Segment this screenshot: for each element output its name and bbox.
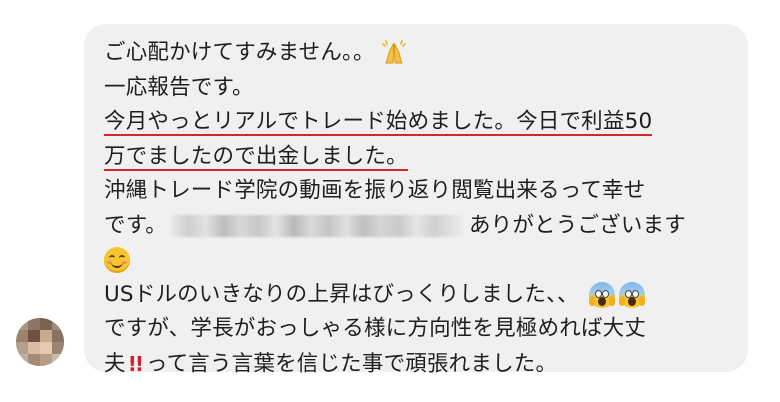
underlined-message-text: 万でましたので出金しました。 bbox=[104, 143, 408, 171]
message-line: USドルのいきなりの上昇はびっくりしました、、 bbox=[104, 278, 736, 313]
message-text: USドルのいきなりの上昇はびっくりしました、、 bbox=[104, 281, 579, 307]
message-text: 沖縄トレード学院の動画を振り返り閲覧出来るって幸せ bbox=[104, 178, 646, 203]
message-bubble[interactable]: ご心配かけてすみません。。 一応報告です。 今月やっとリアルでトレード始めました… bbox=[84, 24, 748, 376]
message-line: です。 ありがとうございます bbox=[104, 209, 736, 244]
message-text: ですが、学長がおっしゃる様に方向性を見極めれば大丈 bbox=[104, 316, 647, 341]
redacted-blur bbox=[170, 214, 463, 237]
message-line: ですが、学長がおっしゃる様に方向性を見極めれば大丈 bbox=[104, 312, 736, 347]
message-text: 夫 bbox=[104, 350, 126, 376]
double-exclamation-icon: !! bbox=[127, 351, 144, 376]
message-text: って言う言葉を信じた事で頑張れました。 bbox=[145, 350, 558, 376]
message-line: ご心配かけてすみません。。 bbox=[104, 36, 736, 71]
smiling-face-icon bbox=[104, 247, 130, 273]
chat-canvas: ご心配かけてすみません。。 一応報告です。 今月やっとリアルでトレード始めました… bbox=[0, 0, 780, 402]
message-line bbox=[104, 243, 736, 278]
underlined-message-text: 今月やっとリアルでトレード始めました。今日で利益50 bbox=[104, 109, 653, 136]
message-line: 今月やっとリアルでトレード始めました。今日で利益50 bbox=[104, 105, 736, 140]
message-line: 夫!! って言う言葉を信じた事で頑張れました。 bbox=[104, 347, 736, 382]
message-text: 一応報告です。 bbox=[104, 74, 254, 100]
face-screaming-in-fear-icon bbox=[618, 281, 645, 308]
message-text: ご心配かけてすみません。。 bbox=[104, 40, 375, 65]
avatar[interactable] bbox=[16, 318, 64, 366]
face-screaming-in-fear-icon bbox=[588, 281, 615, 308]
message-line: 万でましたので出金しました。 bbox=[104, 140, 736, 175]
message-text: です。 bbox=[104, 212, 167, 238]
folded-hands-icon bbox=[381, 40, 407, 66]
message-line: 沖縄トレード学院の動画を振り返り閲覧出来るって幸せ bbox=[104, 174, 736, 209]
message-line: 一応報告です。 bbox=[104, 71, 736, 106]
message-text: ありがとうございます bbox=[468, 212, 686, 238]
